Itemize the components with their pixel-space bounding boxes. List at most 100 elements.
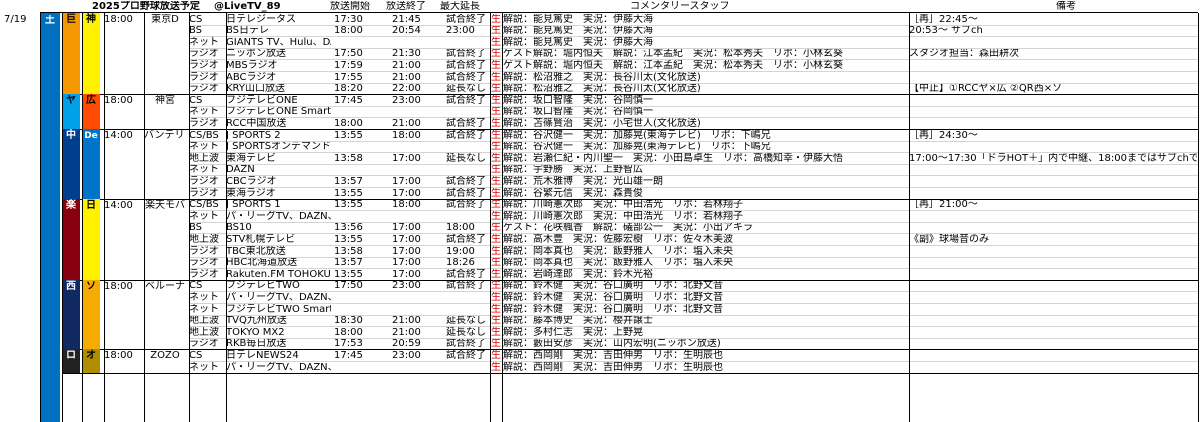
column-border: [104, 13, 105, 422]
channel-name: J SPORTS 1: [226, 199, 281, 211]
media-type: CS/BS: [189, 199, 219, 211]
start-time: 13:57: [334, 257, 363, 269]
end-time: 20:59: [392, 338, 421, 350]
end-time: 17:00: [392, 257, 421, 269]
live-badge: 生: [491, 164, 501, 176]
commentary-staff: 解説：能見篤史 実況：伊藤大海: [503, 36, 653, 48]
media-type: ネット: [189, 164, 219, 176]
end-time: 21:00: [392, 117, 421, 129]
end-time: 17:00: [392, 175, 421, 187]
column-border: [909, 13, 910, 422]
channel-name: Rakuten.FM TOHOKU: [226, 268, 331, 280]
start-time: 13:55: [334, 268, 363, 280]
live-badge: 生: [491, 349, 501, 361]
live-badge: 生: [491, 13, 501, 25]
commentary-staff: 解説：藪田安彦 実況：山内宏明(ニッポン放送): [503, 338, 721, 350]
remarks: ［再］22:45～: [909, 13, 978, 25]
commentary-staff: 解説：鈴木健 実況：谷口廣明 リポ：北野文音: [503, 280, 723, 292]
media-type: ネット: [189, 361, 219, 373]
row-gridline: [189, 187, 1198, 188]
commentary-staff: 解説：藤本博史 実況：櫻井譲士: [503, 315, 653, 327]
live-badge: 生: [491, 326, 501, 338]
live-badge: 生: [491, 361, 501, 373]
live-badge: 生: [491, 94, 501, 106]
start-time: 17:53: [334, 338, 363, 350]
row-gridline: [189, 140, 1198, 142]
row-gridline: [189, 303, 1198, 304]
end-time: 23:00: [392, 94, 421, 106]
end-time: 21:45: [392, 13, 421, 25]
channel-name: 東海テレビ: [226, 152, 276, 164]
channel-name: BS10: [226, 222, 252, 234]
commentary-staff: 解説：荒木雅博 実況：光山雄一朗: [503, 175, 663, 187]
start-time: 13:58: [334, 152, 363, 164]
remarks: スタジオ担当：森田耕次: [909, 48, 1019, 60]
away-team-name: De: [84, 131, 98, 141]
column-border: [144, 13, 145, 422]
home-team-name: ヤ: [66, 95, 76, 107]
media-type: CS: [189, 13, 203, 25]
end-time: 17:00: [392, 245, 421, 257]
media-type: ラジオ: [189, 71, 219, 83]
channel-name: TVQ九州放送: [226, 315, 287, 327]
live-badge: 生: [491, 303, 501, 315]
live-badge: 生: [491, 152, 501, 164]
media-type: ラジオ: [189, 268, 219, 280]
max-extension: 試合終了: [446, 187, 486, 199]
remarks: 17:00～17:30「ドラHOT＋」内で中継、18:00まではサブchで放送: [909, 152, 1197, 164]
column-border: [226, 13, 227, 422]
venue-name: 楽天モバ: [145, 199, 185, 211]
end-time: 18:00: [392, 199, 421, 211]
game-divider: [62, 372, 1198, 374]
commentary-staff: ゲスト：花咲楓香 解説：礒部公一 実況：小出アキラ: [503, 222, 753, 234]
away-team-name: 神: [86, 14, 96, 25]
start-time: 17:30: [334, 13, 363, 25]
end-time: 23:00: [392, 280, 421, 292]
commentary-staff: 解説：谷沢健一 実況：加藤晃(東海テレビ) リポ：下嶋兄: [503, 129, 771, 141]
media-type: ラジオ: [189, 48, 219, 60]
end-time: 17:00: [392, 268, 421, 280]
media-type: ネット: [189, 36, 219, 48]
media-type: BS: [189, 25, 203, 37]
channel-name: フジテレビTWO Smart: [226, 303, 331, 315]
row-gridline: [189, 326, 1198, 328]
media-type: ネット: [189, 106, 219, 118]
max-extension: 試合終了: [446, 117, 486, 129]
channel-name: GIANTS TV、Hulu、DAZN、虎テレ: [226, 36, 331, 48]
media-type: ネット: [189, 303, 219, 315]
live-badge: 生: [491, 291, 501, 303]
start-time: 18:00: [334, 117, 363, 129]
max-extension: 試合終了: [446, 280, 486, 292]
channel-name: CBCラジオ: [226, 175, 277, 187]
sheet-title: 2025プロ野球放送予定: [92, 1, 200, 12]
live-badge: 生: [491, 245, 501, 257]
live-badge: 生: [491, 187, 501, 199]
start-time: 13:57: [334, 175, 363, 187]
channel-name: フジテレビTWO: [226, 280, 300, 292]
home-team-name: 巨: [66, 14, 76, 25]
start-time: 13:55: [334, 199, 363, 211]
venue-name: バンテリン: [144, 130, 186, 141]
broadcast-schedule-sheet: 2025プロ野球放送予定 @LiveTV_89 放送開始 放送終了 最大延長 コ…: [0, 0, 1200, 422]
row-gridline: [189, 361, 1198, 362]
max-extension: 試合終了: [446, 233, 486, 245]
channel-name: TOKYO MX2: [226, 326, 285, 338]
live-badge: 生: [491, 257, 501, 269]
start-time: 13:58: [334, 245, 363, 257]
media-type: ラジオ: [189, 117, 219, 129]
end-time: 21:00: [392, 326, 421, 338]
max-extension: 試合終了: [446, 268, 486, 280]
game-start-time: 18:00: [104, 95, 133, 107]
media-type: ラジオ: [189, 59, 219, 71]
live-badge: 生: [491, 199, 501, 211]
col-header-ext: 最大延長: [440, 1, 480, 12]
live-badge: 生: [491, 129, 501, 141]
row-gridline: [189, 82, 1198, 84]
commentary-staff: 解説：岩崎達郎 実況：鈴木光裕: [503, 268, 653, 280]
max-extension: 試合終了: [446, 48, 486, 60]
live-badge: 生: [491, 280, 501, 292]
max-extension: 試合終了: [446, 199, 486, 211]
commentary-staff: 解説：高木豊 実況：佐藤宏樹 リポ：佐々木美波: [503, 233, 733, 245]
live-badge: 生: [491, 36, 501, 48]
max-extension: 試合終了: [446, 175, 486, 187]
